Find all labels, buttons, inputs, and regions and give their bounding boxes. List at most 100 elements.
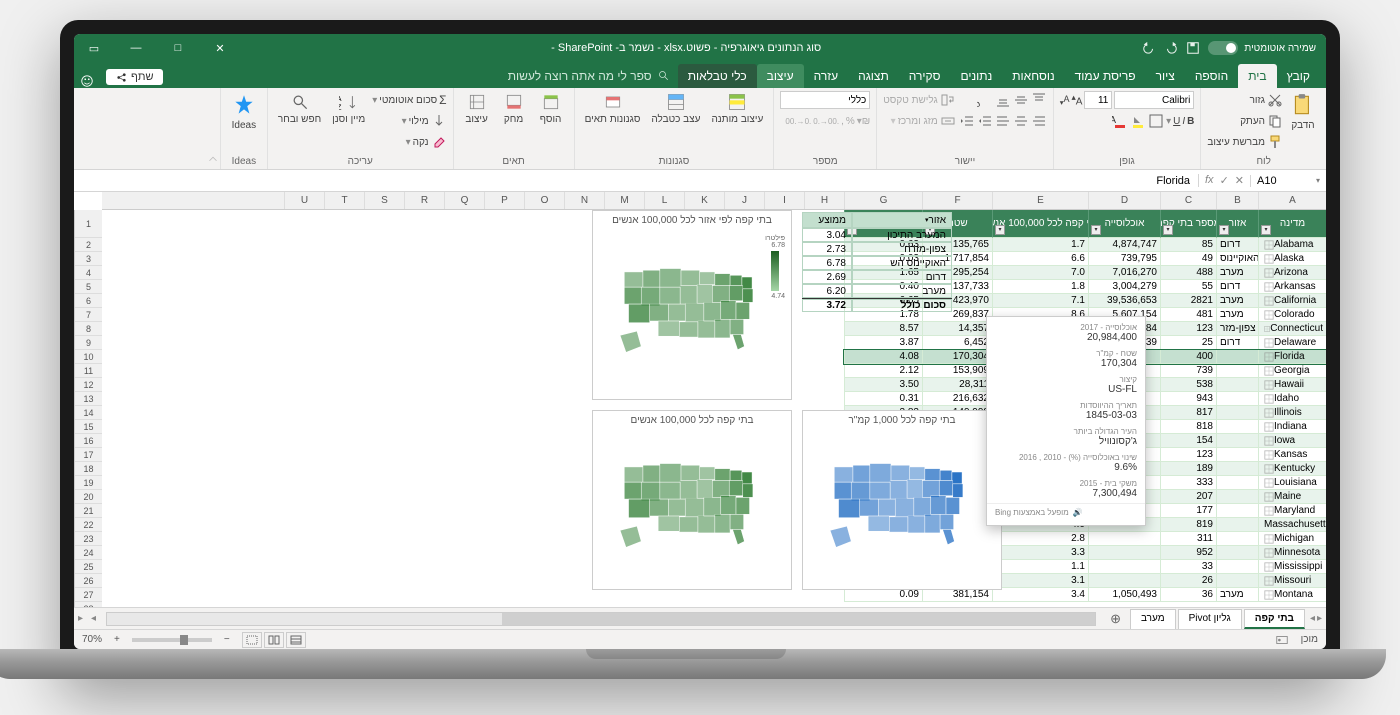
table-cell[interactable] [1216,504,1258,518]
font-color-button[interactable]: A [1112,113,1128,129]
table-cell[interactable]: Colorado [1258,308,1326,322]
row-header[interactable]: 11 [75,364,102,378]
tab-view[interactable]: תצוגה [848,64,899,88]
macro-record-icon[interactable] [1275,633,1289,647]
font-name-input[interactable] [1114,91,1194,109]
table-cell[interactable]: האוקיינוס [1216,252,1258,266]
row-header[interactable]: 23 [75,532,102,546]
table-cell[interactable]: צפון-מזר [1216,322,1258,336]
border-button[interactable] [1148,113,1164,129]
row-header[interactable]: 14 [75,406,102,420]
table-cell[interactable]: 3.50 [844,378,922,392]
table-cell[interactable]: 177 [1160,504,1216,518]
table-cell[interactable] [1216,448,1258,462]
column-header[interactable]: A [1258,192,1326,209]
table-row[interactable]: Montanaמערב361,050,4933.4381,1540.09 [844,588,1326,602]
chart-per-km-map[interactable]: בתי קפה לכל 1,000 קמ"ר [802,410,1002,590]
font-size-input[interactable] [1084,91,1112,109]
smiley-icon[interactable] [80,74,94,88]
view-normal-icon[interactable] [286,632,306,648]
table-cell[interactable]: Kentucky [1258,462,1326,476]
row-header[interactable]: 20 [75,490,102,504]
row-header[interactable]: 21 [75,504,102,518]
wrap-text-button[interactable]: גלישת טקסט [883,90,955,110]
row-header[interactable]: 24 [75,546,102,560]
tab-insert[interactable]: הוספה [1185,64,1238,88]
format-painter-button[interactable]: מברשת עיצוב [1207,132,1283,152]
column-header[interactable]: I [764,192,804,209]
table-cell[interactable]: 739,795 [1088,252,1160,266]
clear-button[interactable]: נקה ▾ [372,132,446,152]
column-header[interactable]: L [644,192,684,209]
table-cell[interactable] [1216,532,1258,546]
column-header[interactable]: M [604,192,644,209]
fill-color-button[interactable] [1130,113,1146,129]
autosum-button[interactable]: Σסכום אוטומטי ▾ [372,90,446,110]
table-cell[interactable]: 488 [1160,266,1216,280]
column-header[interactable]: T [324,192,364,209]
close-button[interactable]: ✕ [200,34,240,62]
table-cell[interactable]: Arkansas [1258,280,1326,294]
table-cell[interactable] [1216,378,1258,392]
table-cell[interactable]: Mississippi [1258,560,1326,574]
scroll-right-icon[interactable]: ◂ [87,613,100,624]
table-cell[interactable]: 943 [1160,392,1216,406]
bold-button[interactable]: B [1187,116,1194,127]
table-cell[interactable]: 123 [1160,322,1216,336]
sheet-nav-first-icon[interactable]: ▸ [1317,613,1322,624]
table-cell[interactable]: 6,452 [922,336,992,350]
cut-button[interactable]: גזור [1207,90,1283,110]
row-header[interactable]: 2 [75,238,102,252]
column-header[interactable]: F [922,192,992,209]
table-cell[interactable]: 26 [1160,574,1216,588]
table-cell[interactable]: Connecticut [1258,322,1326,336]
redo-icon[interactable] [1142,41,1156,55]
table-cell[interactable]: 8.57 [844,322,922,336]
table-cell[interactable]: Delaware [1258,336,1326,350]
table-cell[interactable]: 3.1 [992,574,1088,588]
row-header[interactable]: 25 [75,560,102,574]
save-icon[interactable] [1186,41,1200,55]
table-cell[interactable]: 36 [1160,588,1216,602]
find-select-button[interactable]: חפש ובחר [274,90,325,127]
table-cell[interactable]: 216,632 [922,392,992,406]
table-cell[interactable] [1216,406,1258,420]
row-header[interactable]: 3 [75,252,102,266]
table-cell[interactable]: Illinois [1258,406,1326,420]
decrease-decimal-button[interactable]: .0→.00 [785,117,811,126]
table-cell[interactable] [1216,574,1258,588]
table-cell[interactable]: 3,004,279 [1088,280,1160,294]
table-cell[interactable] [1216,350,1258,364]
table-cell[interactable]: Maine [1258,490,1326,504]
row-header[interactable]: 12 [75,378,102,392]
cancel-formula-icon[interactable]: ✕ [1235,174,1244,187]
table-cell[interactable]: 39,536,653 [1088,294,1160,308]
comma-button[interactable]: , [841,116,844,127]
row-header[interactable]: 9 [75,336,102,350]
indent-increase-icon[interactable] [959,113,975,129]
row-header[interactable]: 1 [75,210,102,238]
table-cell[interactable]: 381,154 [922,588,992,602]
copy-button[interactable]: העתק [1207,111,1283,131]
column-header[interactable]: R [404,192,444,209]
table-cell[interactable]: 3.87 [844,336,922,350]
table-cell[interactable]: Iowa [1258,434,1326,448]
align-top-icon[interactable] [1031,92,1047,108]
table-cell[interactable] [1216,476,1258,490]
table-cell[interactable] [1216,364,1258,378]
add-sheet-button[interactable]: ⊕ [1102,611,1129,627]
table-header-cell[interactable]: בתי קפה לכל 100,000 אנשים▾ [992,210,1088,238]
cell-styles-button[interactable]: סגנונות תאים [581,90,645,127]
table-cell[interactable] [1216,392,1258,406]
table-cell[interactable]: 333 [1160,476,1216,490]
table-cell[interactable]: 7.1 [992,294,1088,308]
decrease-font-icon[interactable]: A▾ [1060,94,1070,107]
tab-page-layout[interactable]: פריסת עמוד [1065,64,1146,88]
column-header[interactable]: K [684,192,724,209]
chart-per-100k-map[interactable]: בתי קפה לכל 100,000 אנשים [592,410,792,590]
table-cell[interactable]: Kansas [1258,448,1326,462]
row-header[interactable]: 22 [75,518,102,532]
table-cell[interactable]: 153,909 [922,364,992,378]
tab-formulas[interactable]: נוסחאות [1002,64,1064,88]
align-middle-icon[interactable] [1013,92,1029,108]
